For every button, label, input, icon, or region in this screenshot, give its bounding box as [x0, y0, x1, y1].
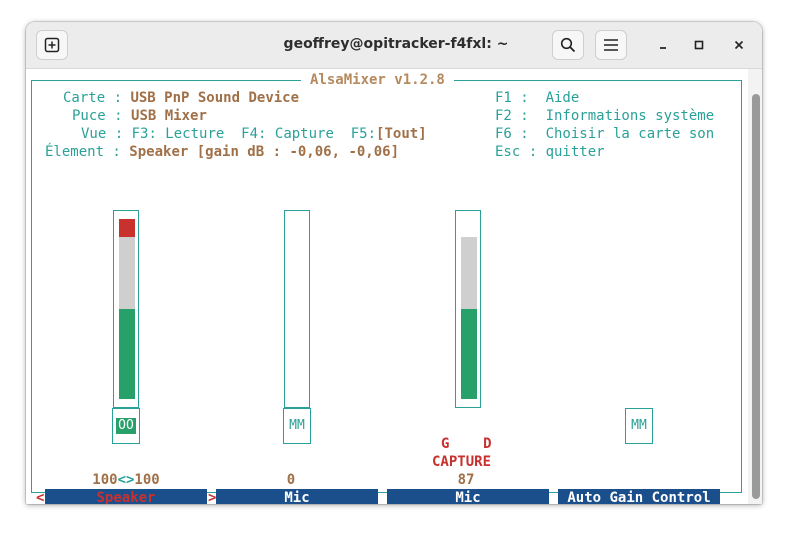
speaker-switch[interactable]: OO [112, 408, 140, 444]
key-system-info[interactable]: F2 : Informations système [495, 107, 714, 125]
mic-playback-switch-state: MM [289, 418, 305, 433]
minimize-icon [660, 47, 666, 49]
title-bar: geoffrey@opitracker-f4fxl: ~ [26, 22, 762, 69]
mixer-title: AlsaMixer v1.2.8 [301, 72, 454, 88]
selection-left-marker: < [36, 490, 45, 504]
close-button[interactable] [729, 35, 749, 55]
maximize-button[interactable] [689, 35, 709, 55]
view-f3[interactable]: F3: Lecture [132, 126, 225, 142]
mic-capture-volume-bar[interactable] [455, 210, 481, 408]
mic-capture-level: 87 [457, 472, 475, 488]
search-icon [560, 37, 576, 53]
scrollbar-thumb[interactable] [752, 94, 760, 499]
control-label-mic-capture[interactable]: Mic [387, 489, 549, 504]
speaker-volume-bar[interactable] [113, 210, 139, 408]
close-icon [734, 40, 744, 50]
control-label-mic-playback[interactable]: Mic [216, 489, 378, 504]
speaker-volume-gray-segment [119, 237, 135, 309]
view-f5-key[interactable]: F5: [351, 126, 376, 142]
capture-flags[interactable]: G D [441, 435, 492, 453]
mic-playback-level: 0 [286, 472, 296, 488]
speaker-volume-red-segment [119, 219, 135, 237]
speaker-switch-state: OO [116, 418, 136, 434]
mic-playback-volume-bar[interactable] [284, 210, 310, 408]
key-quit[interactable]: Esc : quitter [495, 143, 605, 161]
card-value: USB PnP Sound Device [130, 90, 300, 106]
chip-value: USB Mixer [131, 108, 207, 124]
card-label: Carte : [63, 90, 123, 106]
speaker-level: 100<>100 [92, 472, 160, 488]
terminal-area[interactable]: AlsaMixer v1.2.8 Carte : USB PnP Sound D… [26, 69, 762, 504]
new-tab-button[interactable] [36, 30, 68, 60]
speaker-volume-green-segment [119, 309, 135, 399]
capture-label[interactable]: CAPTURE [432, 453, 491, 471]
key-help[interactable]: F1 : Aide [495, 89, 579, 107]
agc-switch-state: MM [631, 418, 647, 433]
mic-capture-green-segment [461, 309, 477, 399]
hamburger-menu-icon [604, 39, 618, 51]
element-value: Speaker [gain dB : -0,06, -0,06] [129, 144, 400, 160]
control-label-speaker[interactable]: Speaker [45, 489, 207, 504]
maximize-icon [694, 40, 704, 50]
view-label: Vue : [81, 126, 124, 142]
view-f5-value[interactable]: [Tout] [376, 126, 427, 142]
agc-switch[interactable]: MM [625, 408, 653, 444]
new-tab-icon [44, 37, 60, 53]
menu-button[interactable] [595, 30, 627, 60]
mic-capture-gray-segment [461, 237, 477, 309]
mic-playback-switch[interactable]: MM [283, 408, 311, 444]
chip-label: Puce : [72, 108, 123, 124]
control-label-auto-gain-control[interactable]: Auto Gain Control [558, 489, 720, 504]
minimize-button[interactable] [653, 35, 673, 55]
key-choose-card[interactable]: F6 : Choisir la carte son [495, 125, 714, 143]
view-f4[interactable]: F4: Capture [241, 126, 334, 142]
window-title: geoffrey@opitracker-f4fxl: ~ [283, 36, 509, 52]
element-label: Élement : [45, 144, 121, 160]
search-button[interactable] [552, 30, 584, 60]
terminal-window: geoffrey@opitracker-f4fxl: ~ AlsaMixer v… [26, 22, 762, 504]
